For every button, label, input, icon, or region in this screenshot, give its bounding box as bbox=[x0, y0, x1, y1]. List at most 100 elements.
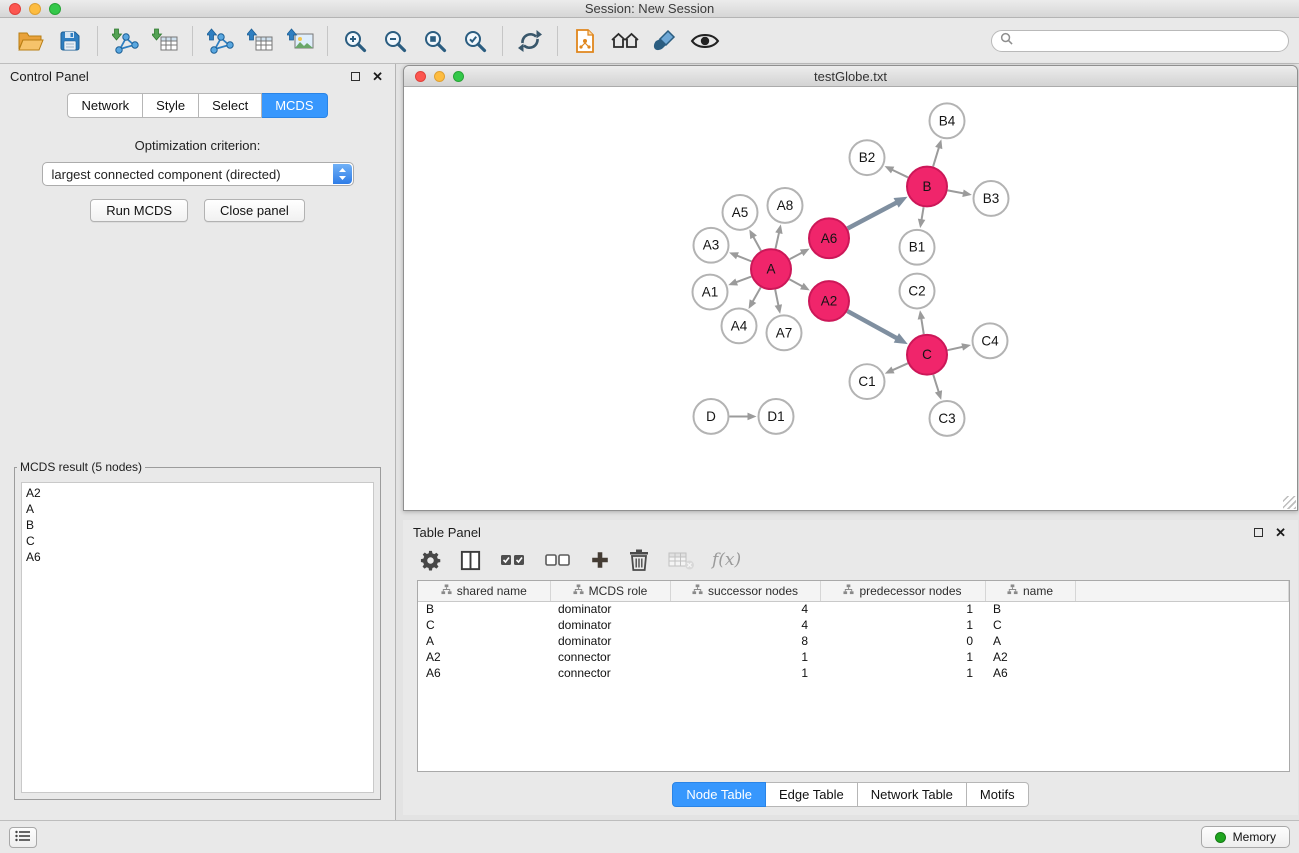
save-session-icon[interactable] bbox=[50, 22, 90, 60]
cell-predecessor-nodes[interactable]: 1 bbox=[820, 665, 985, 681]
table-row[interactable]: Cdominator41C bbox=[418, 617, 1289, 633]
cell-mcds-role[interactable]: dominator bbox=[550, 601, 670, 617]
graph-node-C2[interactable]: C2 bbox=[900, 274, 935, 309]
tab-mcds[interactable]: MCDS bbox=[262, 93, 327, 118]
graph-node-A1[interactable]: A1 bbox=[693, 275, 728, 310]
cell-predecessor-nodes[interactable]: 1 bbox=[820, 617, 985, 633]
cell-mcds-role[interactable]: connector bbox=[550, 665, 670, 681]
resize-grip-icon[interactable] bbox=[1283, 496, 1296, 509]
table-panel-close-icon[interactable]: ✕ bbox=[1275, 528, 1286, 538]
task-history-button[interactable] bbox=[9, 827, 37, 848]
close-window-button[interactable] bbox=[9, 3, 21, 15]
graph-node-C4[interactable]: C4 bbox=[973, 323, 1008, 358]
mcds-result-item[interactable]: C bbox=[22, 533, 373, 549]
control-panel-float-icon[interactable] bbox=[351, 72, 360, 81]
deselect-all-icon[interactable] bbox=[544, 545, 572, 575]
network-zoom-button[interactable] bbox=[453, 71, 464, 82]
refresh-icon[interactable] bbox=[510, 22, 550, 60]
graph-node-B3[interactable]: B3 bbox=[974, 181, 1009, 216]
table-tab-motifs[interactable]: Motifs bbox=[967, 782, 1029, 807]
close-panel-button[interactable]: Close panel bbox=[204, 199, 305, 222]
select-all-icon[interactable] bbox=[499, 545, 527, 575]
tab-select[interactable]: Select bbox=[199, 93, 262, 118]
import-network-icon[interactable] bbox=[105, 22, 145, 60]
cell-successor-nodes[interactable]: 1 bbox=[670, 649, 820, 665]
graph-node-D1[interactable]: D1 bbox=[759, 399, 794, 434]
zoom-selected-icon[interactable] bbox=[455, 22, 495, 60]
cell-predecessor-nodes[interactable]: 0 bbox=[820, 633, 985, 649]
network-graph[interactable]: B4B2BB3A5A8A6B1A3AA1C2A2A4A7C4CC1C3DD1 bbox=[404, 87, 1297, 510]
graph-node-A4[interactable]: A4 bbox=[722, 308, 757, 343]
optimization-criterion-dropdown[interactable]: largest connected component (directed) bbox=[42, 162, 354, 186]
network-close-button[interactable] bbox=[415, 71, 426, 82]
export-table-icon[interactable] bbox=[240, 22, 280, 60]
open-file-icon[interactable] bbox=[10, 22, 50, 60]
cell-shared-name[interactable]: A6 bbox=[418, 665, 550, 681]
first-neighbors-icon[interactable] bbox=[565, 22, 605, 60]
column-header-predecessor-nodes[interactable]: predecessor nodes bbox=[820, 581, 985, 601]
edge-A-A8[interactable] bbox=[775, 231, 779, 249]
table-row[interactable]: Adominator80A bbox=[418, 633, 1289, 649]
graph-node-B4[interactable]: B4 bbox=[930, 103, 965, 138]
mcds-result-item[interactable]: A6 bbox=[22, 549, 373, 565]
table-row[interactable]: Bdominator41B bbox=[418, 601, 1289, 617]
edge-A-A4[interactable] bbox=[752, 287, 761, 303]
columns-icon[interactable] bbox=[459, 545, 482, 575]
column-header-shared-name[interactable]: shared name bbox=[418, 581, 550, 601]
cell-shared-name[interactable]: B bbox=[418, 601, 550, 617]
graph-node-A8[interactable]: A8 bbox=[768, 188, 803, 223]
graph-node-D[interactable]: D bbox=[694, 399, 729, 434]
cell-predecessor-nodes[interactable]: 1 bbox=[820, 649, 985, 665]
add-icon[interactable] bbox=[589, 545, 611, 575]
network-canvas[interactable]: B4B2BB3A5A8A6B1A3AA1C2A2A4A7C4CC1C3DD1 bbox=[404, 87, 1297, 510]
graph-node-A3[interactable]: A3 bbox=[694, 228, 729, 263]
graph-node-A7[interactable]: A7 bbox=[767, 315, 802, 350]
column-header-successor-nodes[interactable]: successor nodes bbox=[670, 581, 820, 601]
network-minimize-button[interactable] bbox=[434, 71, 445, 82]
graph-node-A[interactable]: A bbox=[751, 249, 791, 289]
edge-C-C1[interactable] bbox=[891, 363, 908, 371]
column-header-mcds-role[interactable]: MCDS role bbox=[550, 581, 670, 601]
cell-name[interactable]: A6 bbox=[985, 665, 1075, 681]
edge-A-A1[interactable] bbox=[734, 277, 751, 283]
column-header-name[interactable]: name bbox=[985, 581, 1075, 601]
edge-C-C3[interactable] bbox=[933, 375, 939, 394]
control-panel-close-icon[interactable]: ✕ bbox=[372, 72, 383, 82]
edge-B-B3[interactable] bbox=[948, 190, 966, 193]
navigator-icon[interactable] bbox=[605, 22, 645, 60]
edge-B-B4[interactable] bbox=[933, 145, 939, 166]
minimize-window-button[interactable] bbox=[29, 3, 41, 15]
cell-shared-name[interactable]: A bbox=[418, 633, 550, 649]
graph-node-B[interactable]: B bbox=[907, 167, 947, 207]
search-box[interactable] bbox=[991, 30, 1289, 52]
run-mcds-button[interactable]: Run MCDS bbox=[90, 199, 188, 222]
export-image-icon[interactable] bbox=[280, 22, 320, 60]
cell-predecessor-nodes[interactable]: 1 bbox=[820, 601, 985, 617]
table-tab-network-table[interactable]: Network Table bbox=[858, 782, 967, 807]
table-row[interactable]: A2connector11A2 bbox=[418, 649, 1289, 665]
cell-shared-name[interactable]: C bbox=[418, 617, 550, 633]
cell-successor-nodes[interactable]: 4 bbox=[670, 617, 820, 633]
delete-icon[interactable] bbox=[628, 545, 650, 575]
import-table-icon[interactable] bbox=[145, 22, 185, 60]
cell-successor-nodes[interactable]: 1 bbox=[670, 665, 820, 681]
cell-name[interactable]: A2 bbox=[985, 649, 1075, 665]
zoom-out-icon[interactable] bbox=[375, 22, 415, 60]
zoom-fit-icon[interactable] bbox=[415, 22, 455, 60]
edge-A6-B[interactable] bbox=[848, 201, 900, 228]
search-input[interactable] bbox=[1018, 34, 1280, 48]
tab-network[interactable]: Network bbox=[67, 93, 143, 118]
zoom-window-button[interactable] bbox=[49, 3, 61, 15]
graph-node-C3[interactable]: C3 bbox=[930, 401, 965, 436]
table-row[interactable]: A6connector11A6 bbox=[418, 665, 1289, 681]
show-hide-icon[interactable] bbox=[685, 22, 725, 60]
gear-icon[interactable] bbox=[419, 545, 442, 575]
mcds-result-item[interactable]: A2 bbox=[22, 485, 373, 501]
table-tab-node-table[interactable]: Node Table bbox=[672, 782, 766, 807]
edge-B-B2[interactable] bbox=[890, 169, 908, 178]
graph-node-B2[interactable]: B2 bbox=[850, 140, 885, 175]
cell-mcds-role[interactable]: connector bbox=[550, 649, 670, 665]
cell-mcds-role[interactable]: dominator bbox=[550, 633, 670, 649]
table-tab-edge-table[interactable]: Edge Table bbox=[766, 782, 858, 807]
graph-node-B1[interactable]: B1 bbox=[900, 230, 935, 265]
